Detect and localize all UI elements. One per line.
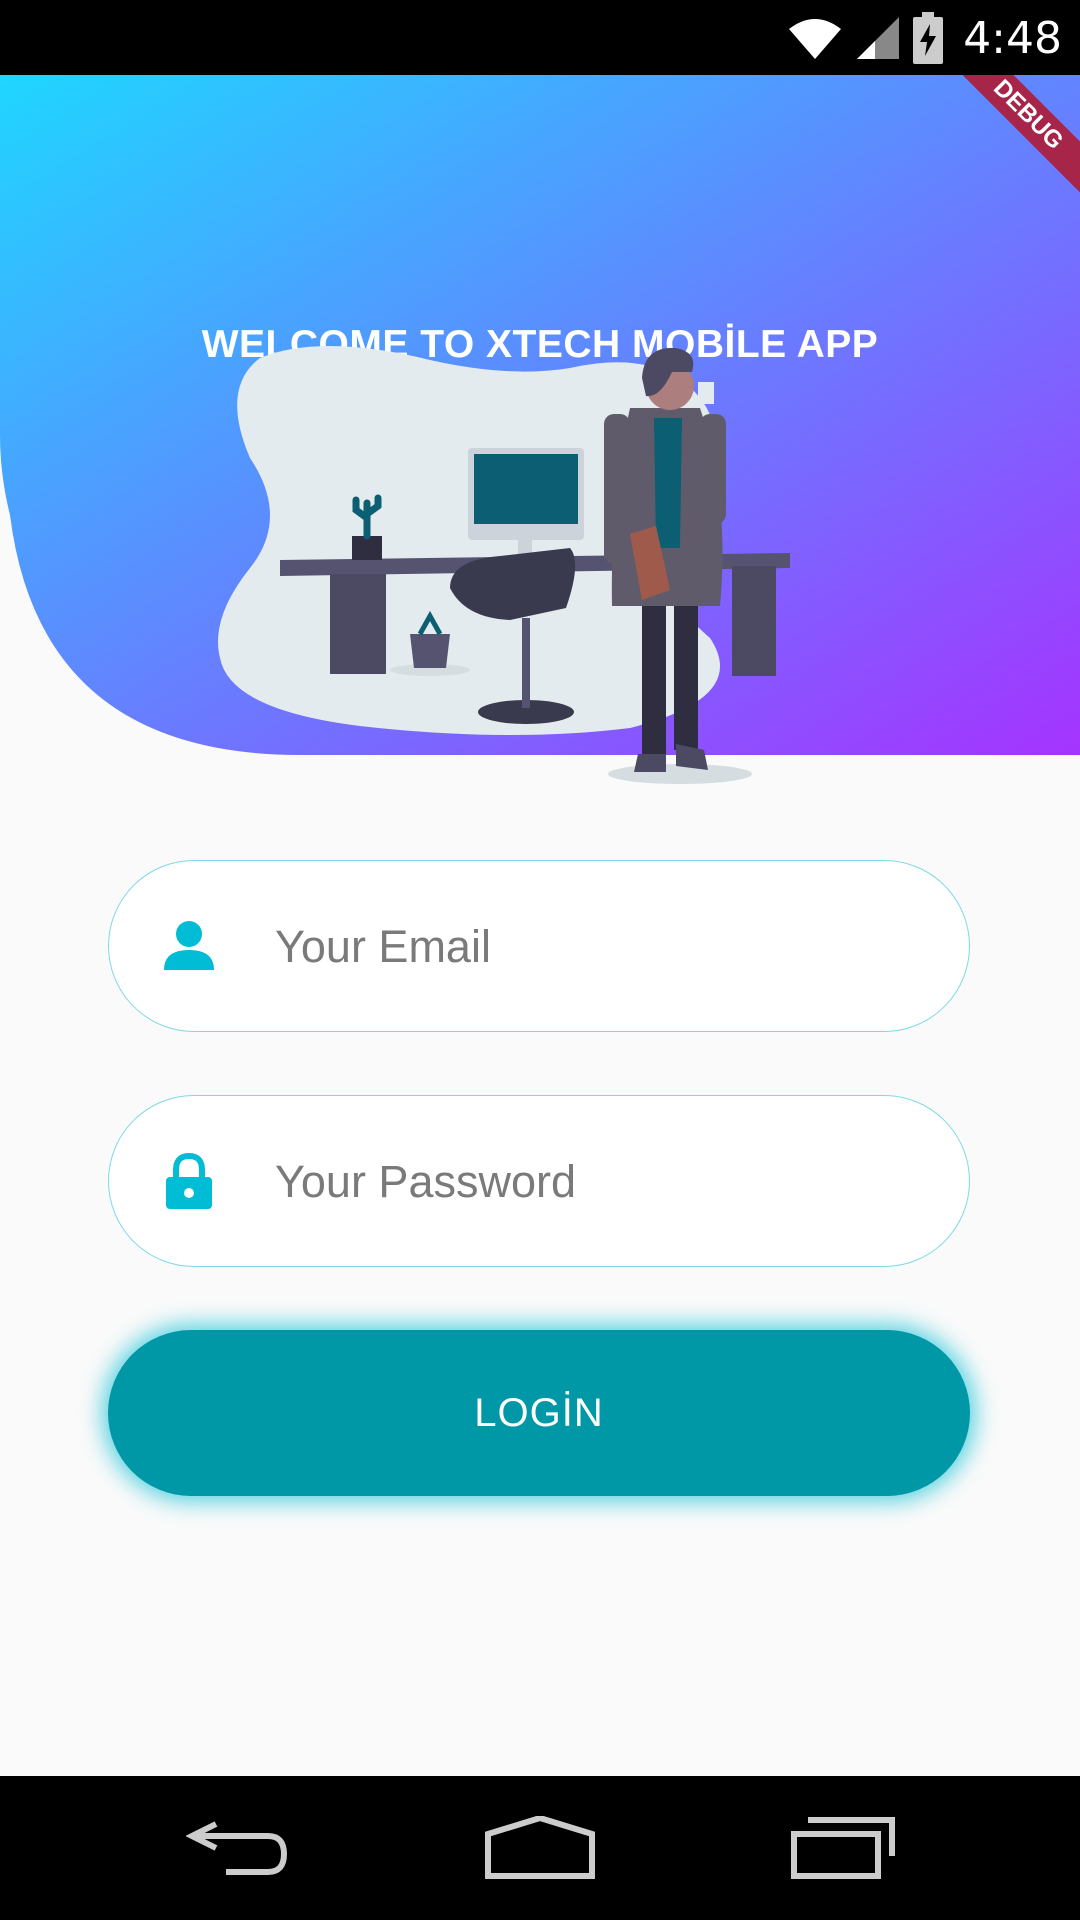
password-input[interactable]: [273, 1136, 917, 1228]
password-field[interactable]: [108, 1095, 970, 1267]
wifi-icon: [789, 19, 842, 59]
status-icons: 4:48: [787, 8, 1062, 68]
login-button[interactable]: LOGİN: [108, 1330, 970, 1496]
debug-banner: DEBUG: [960, 75, 1080, 195]
debug-banner-label: DEBUG: [960, 75, 1080, 195]
recents-icon[interactable]: [790, 1816, 896, 1880]
email-field[interactable]: [108, 860, 970, 1032]
home-icon[interactable]: [484, 1816, 596, 1880]
person-icon: [164, 921, 214, 970]
lock-icon: [166, 1153, 212, 1209]
status-bar: 4:48: [0, 0, 1080, 75]
battery-charging-icon: [913, 12, 944, 64]
office-illustration: [218, 345, 790, 784]
email-input[interactable]: [273, 901, 917, 993]
signal-icon: [857, 17, 900, 59]
navigation-bar: [0, 1776, 1080, 1920]
status-time: 4:48: [963, 12, 1062, 64]
back-icon[interactable]: [186, 1816, 290, 1880]
